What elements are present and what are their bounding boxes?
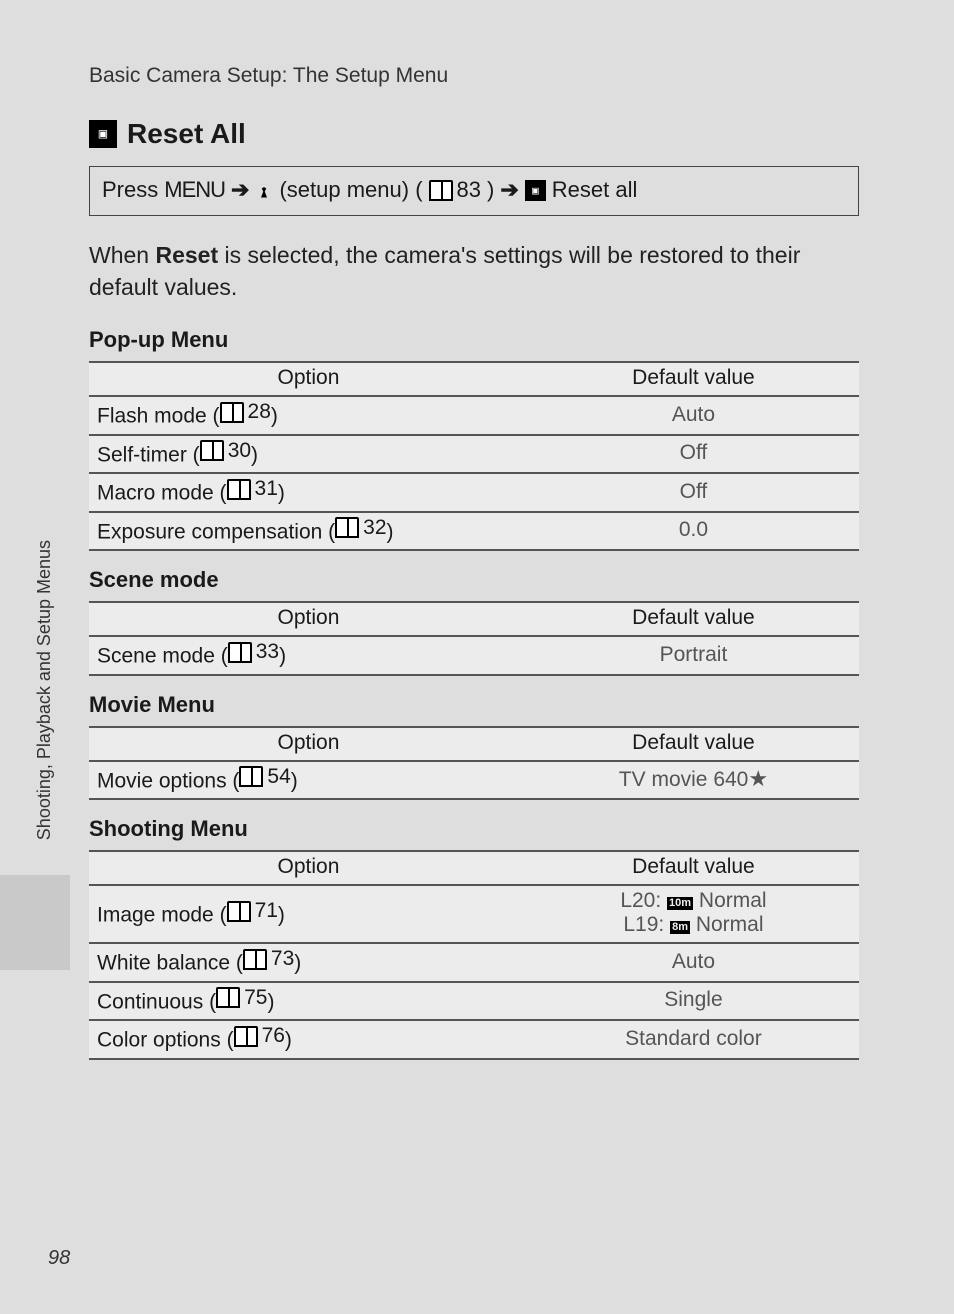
table-row: Scene mode ( 33)Portrait (89, 636, 859, 675)
page-ref: 28 (220, 400, 271, 424)
book-icon (216, 987, 240, 1008)
page-ref: 76 (234, 1024, 285, 1048)
table-row: Color options ( 76)Standard color (89, 1020, 859, 1059)
page-ref: 73 (243, 947, 294, 971)
breadcrumb: Basic Camera Setup: The Setup Menu (89, 64, 448, 88)
col-option: Option (89, 851, 528, 885)
cell-default: Portrait (528, 636, 859, 675)
book-icon (220, 402, 244, 423)
desc-pre: When (89, 242, 155, 268)
cell-option: White balance ( 73) (89, 943, 528, 982)
description: When Reset is selected, the camera's set… (89, 240, 859, 303)
nav-setup-label: (setup menu) ( (279, 177, 422, 203)
desc-bold: Reset (155, 242, 218, 268)
navigation-path-box: Press MENU ➔ (setup menu) ( 83 ) ➔ ▣ Res… (89, 166, 859, 216)
cell-default: Single (528, 982, 859, 1021)
nav-close-paren: ) (487, 177, 494, 203)
nav-reset-label: Reset all (552, 177, 638, 203)
arrow-icon: ➔ (500, 177, 518, 203)
page-ref: 33 (228, 640, 279, 664)
col-default: Default value (528, 362, 859, 396)
book-icon (228, 642, 252, 663)
col-option: Option (89, 602, 528, 636)
settings-table: OptionDefault valueScene mode ( 33)Portr… (89, 601, 859, 676)
megapixel-badge: 8m (670, 921, 690, 934)
section-heading: Movie Menu (89, 692, 859, 718)
cell-default: Off (528, 473, 859, 512)
col-default: Default value (528, 727, 859, 761)
table-row: Image mode ( 71)L20: 10m NormalL19: 8m N… (89, 885, 859, 943)
page-ref: 31 (227, 477, 278, 501)
page-ref: 83 (429, 177, 481, 203)
page-title: Reset All (127, 118, 246, 150)
cell-option: Color options ( 76) (89, 1020, 528, 1059)
col-option: Option (89, 727, 528, 761)
page-ref: 75 (216, 986, 267, 1010)
cell-option: Scene mode ( 33) (89, 636, 528, 675)
page-number: 98 (48, 1247, 70, 1270)
cell-option: Movie options ( 54) (89, 761, 528, 800)
book-icon (227, 479, 251, 500)
table-row: Continuous ( 75)Single (89, 982, 859, 1021)
megapixel-badge: 10m (667, 897, 693, 910)
cell-default: Off (528, 435, 859, 474)
book-icon (243, 949, 267, 970)
cell-default: Standard color (528, 1020, 859, 1059)
cell-option: Exposure compensation ( 32) (89, 512, 528, 551)
cell-option: Macro mode ( 31) (89, 473, 528, 512)
heading-row: ▣ Reset All (89, 118, 859, 150)
settings-table: OptionDefault valueMovie options ( 54)TV… (89, 726, 859, 801)
book-icon (200, 440, 224, 461)
table-row: Flash mode ( 28)Auto (89, 396, 859, 435)
settings-table: OptionDefault valueFlash mode ( 28)AutoS… (89, 361, 859, 551)
cell-default: Auto (528, 943, 859, 982)
menu-button-glyph: MENU (164, 177, 225, 203)
table-row: Exposure compensation ( 32)0.0 (89, 512, 859, 551)
page-ref: 30 (200, 439, 251, 463)
table-row: White balance ( 73)Auto (89, 943, 859, 982)
book-icon (429, 180, 453, 201)
book-icon (234, 1026, 258, 1047)
star-icon: ★ (748, 766, 768, 791)
section-heading: Scene mode (89, 567, 859, 593)
cell-default: L20: 10m NormalL19: 8m Normal (528, 885, 859, 943)
cell-default: 0.0 (528, 512, 859, 551)
cell-option: Image mode ( 71) (89, 885, 528, 943)
reset-icon: ▣ (525, 180, 546, 201)
cell-default: TV movie 640★ (528, 761, 859, 800)
page-ref: 32 (335, 516, 386, 540)
page-content: ▣ Reset All Press MENU ➔ (setup menu) ( … (89, 118, 859, 1076)
col-default: Default value (528, 851, 859, 885)
side-tab: Shooting, Playback and Setup Menus (22, 540, 66, 1040)
table-row: Movie options ( 54)TV movie 640★ (89, 761, 859, 800)
table-row: Self-timer ( 30)Off (89, 435, 859, 474)
book-icon (239, 766, 263, 787)
wrench-icon (255, 181, 273, 199)
side-tab-label: Shooting, Playback and Setup Menus (34, 540, 55, 840)
col-default: Default value (528, 602, 859, 636)
page-ref: 71 (227, 899, 278, 923)
cell-default: Auto (528, 396, 859, 435)
col-option: Option (89, 362, 528, 396)
page-ref: 54 (239, 765, 290, 789)
nav-press: Press (102, 177, 158, 203)
section-heading: Pop-up Menu (89, 327, 859, 353)
ref-num: 83 (457, 177, 481, 203)
reset-icon: ▣ (89, 120, 117, 148)
arrow-icon: ➔ (231, 177, 249, 203)
cell-option: Flash mode ( 28) (89, 396, 528, 435)
settings-table: OptionDefault valueImage mode ( 71)L20: … (89, 850, 859, 1060)
book-icon (227, 901, 251, 922)
book-icon (335, 517, 359, 538)
value-line: L20: 10m Normal (536, 889, 851, 913)
section-heading: Shooting Menu (89, 816, 859, 842)
cell-option: Continuous ( 75) (89, 982, 528, 1021)
table-row: Macro mode ( 31)Off (89, 473, 859, 512)
value-line: L19: 8m Normal (536, 913, 851, 937)
cell-option: Self-timer ( 30) (89, 435, 528, 474)
